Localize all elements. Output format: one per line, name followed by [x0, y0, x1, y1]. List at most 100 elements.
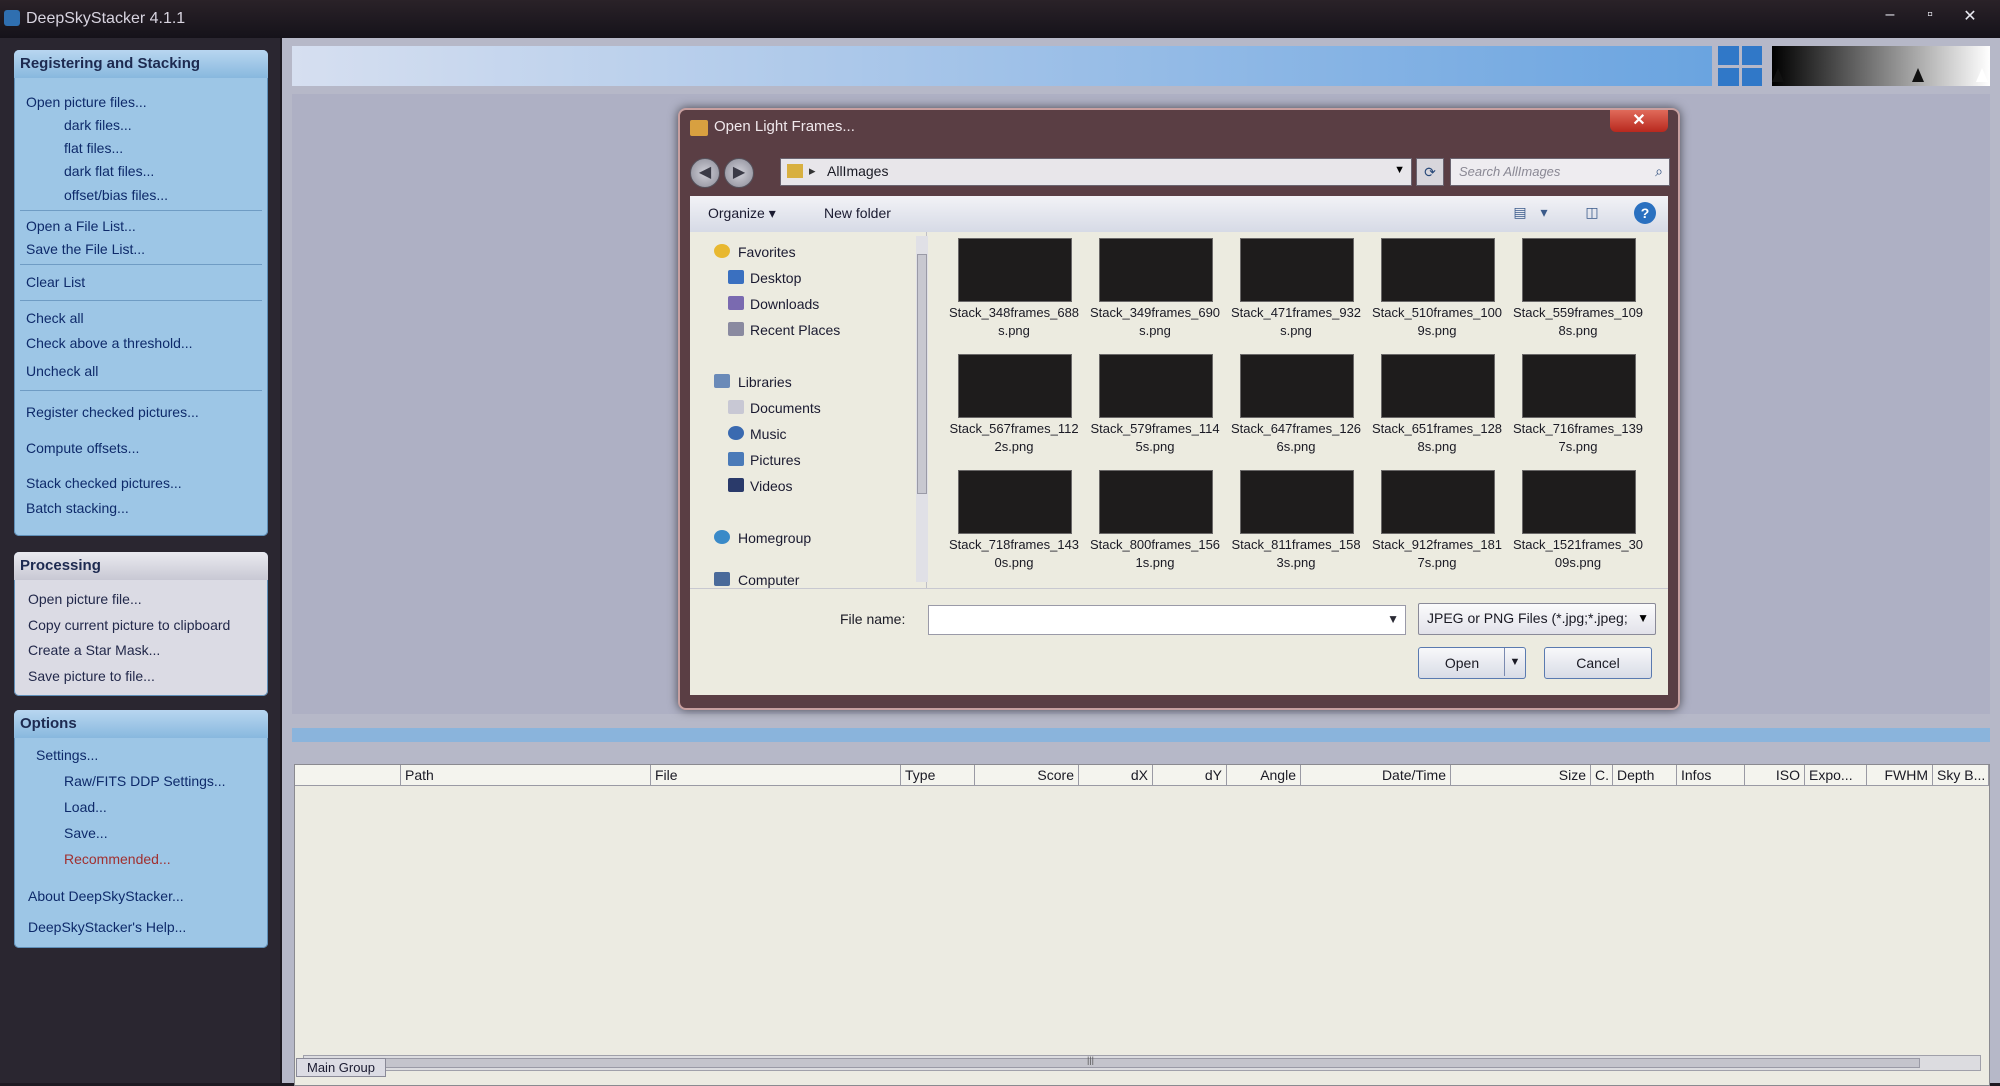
nav-recent-places[interactable]: Recent Places — [750, 322, 840, 338]
help-link[interactable]: DeepSkyStacker's Help... — [28, 919, 186, 935]
column-header-datetime[interactable]: Date/Time — [1301, 765, 1451, 785]
chevron-down-icon[interactable]: ▾ — [1534, 204, 1554, 222]
open-picture-file-link[interactable]: Open picture file... — [28, 591, 142, 607]
column-header-exposure[interactable]: Expo... — [1805, 765, 1867, 785]
file-item[interactable]: Stack_559frames_1098s.png — [1510, 238, 1646, 348]
search-input[interactable]: Search AllImages ⌕ — [1450, 158, 1670, 186]
file-item[interactable]: Stack_349frames_690s.png — [1087, 238, 1223, 348]
create-star-mask-link[interactable]: Create a Star Mask... — [28, 642, 160, 658]
chevron-down-icon[interactable]: ▼ — [1637, 611, 1649, 625]
file-item[interactable]: Stack_579frames_1145s.png — [1087, 354, 1223, 464]
nav-scrollbar[interactable] — [916, 236, 928, 582]
file-item[interactable]: Stack_716frames_1397s.png — [1510, 354, 1646, 464]
settings-link[interactable]: Settings... — [36, 747, 98, 763]
file-item[interactable]: Stack_510frames_1009s.png — [1369, 238, 1505, 348]
nav-desktop[interactable]: Desktop — [750, 270, 801, 286]
column-header-type[interactable]: Type — [901, 765, 975, 785]
column-header-check[interactable] — [295, 765, 401, 785]
minimize-button[interactable]: – — [1872, 6, 1908, 24]
column-header-c[interactable]: C. — [1591, 765, 1613, 785]
nav-libraries[interactable]: Libraries — [738, 374, 792, 390]
raw-fits-ddp-settings-link[interactable]: Raw/FITS DDP Settings... — [64, 773, 226, 789]
file-item[interactable]: Stack_811frames_1583s.png — [1228, 470, 1364, 580]
column-header-angle[interactable]: Angle — [1227, 765, 1301, 785]
tab-main-group[interactable]: Main Group — [296, 1058, 386, 1077]
nav-pictures[interactable]: Pictures — [750, 452, 801, 468]
save-file-list-link[interactable]: Save the File List... — [26, 241, 145, 257]
column-header-infos[interactable]: Infos — [1677, 765, 1745, 785]
save-picture-link[interactable]: Save picture to file... — [28, 668, 155, 684]
file-item[interactable]: Stack_912frames_1817s.png — [1369, 470, 1505, 580]
file-item[interactable]: Stack_800frames_1561s.png — [1087, 470, 1223, 580]
file-item[interactable]: Stack_1521frames_3009s.png — [1510, 470, 1646, 580]
refresh-icon[interactable]: ⟳ — [1416, 158, 1444, 186]
file-item[interactable]: Stack_651frames_1288s.png — [1369, 354, 1505, 464]
column-header-dx[interactable]: dX — [1079, 765, 1153, 785]
file-item[interactable]: Stack_471frames_932s.png — [1228, 238, 1364, 348]
load-settings-link[interactable]: Load... — [64, 799, 107, 815]
column-header-size[interactable]: Size — [1451, 765, 1591, 785]
close-button[interactable]: ✕ — [1952, 6, 1988, 26]
black-point-handle[interactable] — [1772, 68, 1784, 82]
four-tiles-icon[interactable] — [1718, 46, 1762, 86]
splitter-bar[interactable] — [292, 728, 1990, 742]
scrollbar-thumb[interactable]: ||| — [318, 1055, 1920, 1068]
chevron-down-icon[interactable]: ▼ — [1387, 612, 1399, 626]
dialog-close-button[interactable]: ✕ — [1610, 110, 1668, 132]
dark-flat-files-link[interactable]: dark flat files... — [64, 163, 154, 179]
nav-favorites[interactable]: Favorites — [738, 244, 796, 260]
nav-music[interactable]: Music — [750, 426, 787, 442]
back-arrow-icon[interactable]: ◀ — [690, 158, 720, 188]
open-button[interactable]: Open ▼ — [1418, 647, 1526, 679]
column-header-score[interactable]: Score — [975, 765, 1079, 785]
save-settings-link[interactable]: Save... — [64, 825, 108, 841]
gray-point-handle[interactable] — [1912, 68, 1924, 82]
new-folder-button[interactable]: New folder — [824, 205, 891, 221]
view-options-icon[interactable]: ▤ — [1510, 204, 1530, 222]
column-header-sky-background[interactable]: Sky B... — [1933, 765, 1989, 785]
batch-stacking-link[interactable]: Batch stacking... — [26, 500, 129, 516]
register-checked-link[interactable]: Register checked pictures... — [26, 404, 199, 420]
scrollbar-thumb[interactable] — [917, 254, 927, 494]
column-header-fwhm[interactable]: FWHM — [1867, 765, 1933, 785]
column-header-dy[interactable]: dY — [1153, 765, 1227, 785]
recommended-link[interactable]: Recommended... — [64, 851, 171, 867]
dark-files-link[interactable]: dark files... — [64, 117, 132, 133]
check-all-link[interactable]: Check all — [26, 310, 84, 326]
chevron-down-icon[interactable]: ▼ — [1394, 164, 1405, 176]
file-item[interactable]: Stack_718frames_1430s.png — [946, 470, 1082, 580]
file-item[interactable]: Stack_348frames_688s.png — [946, 238, 1082, 348]
forward-arrow-icon[interactable]: ▶ — [724, 158, 754, 188]
cancel-button[interactable]: Cancel — [1544, 647, 1652, 679]
nav-documents[interactable]: Documents — [750, 400, 821, 416]
about-link[interactable]: About DeepSkyStacker... — [28, 888, 184, 904]
nav-computer[interactable]: Computer — [738, 572, 799, 588]
nav-downloads[interactable]: Downloads — [750, 296, 819, 312]
horizontal-scrollbar[interactable]: ||| — [303, 1055, 1981, 1071]
column-header-depth[interactable]: Depth — [1613, 765, 1677, 785]
nav-videos[interactable]: Videos — [750, 478, 793, 494]
column-header-path[interactable]: Path — [401, 765, 651, 785]
open-picture-files-link[interactable]: Open picture files... — [26, 94, 147, 110]
file-item[interactable]: Stack_567frames_1122s.png — [946, 354, 1082, 464]
nav-homegroup[interactable]: Homegroup — [738, 530, 811, 546]
file-item[interactable]: Stack_647frames_1266s.png — [1228, 354, 1364, 464]
breadcrumb-allimages[interactable]: AllImages — [827, 163, 888, 179]
column-header-iso[interactable]: ISO — [1745, 765, 1805, 785]
chevron-down-icon[interactable]: ▼ — [1504, 648, 1525, 676]
copy-to-clipboard-link[interactable]: Copy current picture to clipboard — [28, 617, 230, 633]
gamma-slider[interactable] — [1772, 46, 1990, 86]
file-type-select[interactable]: JPEG or PNG Files (*.jpg;*.jpeg;* ▼ — [1418, 603, 1656, 635]
clear-list-link[interactable]: Clear List — [26, 274, 85, 290]
help-icon[interactable]: ? — [1634, 202, 1656, 224]
white-point-handle[interactable] — [1976, 68, 1988, 82]
compute-offsets-link[interactable]: Compute offsets... — [26, 440, 139, 456]
open-file-list-link[interactable]: Open a File List... — [26, 218, 136, 234]
preview-pane-icon[interactable]: ◫ — [1582, 204, 1602, 222]
column-header-file[interactable]: File — [651, 765, 901, 785]
flat-files-link[interactable]: flat files... — [64, 140, 123, 156]
maximize-button[interactable]: ▫ — [1912, 6, 1948, 24]
check-above-threshold-link[interactable]: Check above a threshold... — [26, 335, 193, 351]
organize-menu[interactable]: Organize ▾ — [708, 205, 776, 222]
file-name-input[interactable]: ▼ — [928, 605, 1406, 635]
